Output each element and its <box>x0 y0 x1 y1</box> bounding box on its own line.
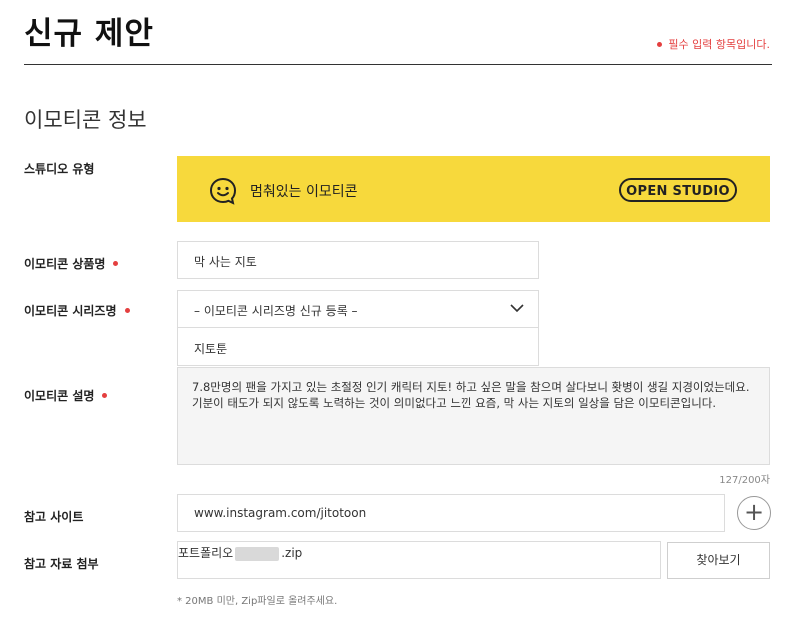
smile-icon <box>209 177 237 205</box>
attachment-help-text: * 20MB 미만, Zip파일로 올려주세요. <box>177 596 338 607</box>
attachment-label: 참고 자료 첨부 <box>24 555 99 572</box>
plus-icon: + <box>743 498 765 526</box>
series-name-new-input[interactable]: 지토툰 <box>177 327 539 366</box>
studio-type-label-text: 스튜디오 유형 <box>24 162 95 176</box>
required-note-text: 필수 입력 항목입니다. <box>668 38 770 51</box>
attachment-file-suffix: .zip <box>281 546 303 560</box>
chevron-down-icon <box>510 304 524 313</box>
description-label: 이모티콘 설명 <box>24 387 108 404</box>
required-dot-icon <box>113 261 119 266</box>
description-value: 7.8만명의 팬을 가지고 있는 초절정 인기 캐릭터 지토! 하고 싶은 말을… <box>192 380 750 410</box>
studio-type-label: 스튜디오 유형 <box>24 160 94 177</box>
attachment-file-name: 포트폴리오 .zip <box>178 544 302 561</box>
open-studio-badge: OPEN STUDIO <box>619 178 737 202</box>
add-site-button[interactable]: + <box>737 496 771 530</box>
title-divider <box>24 64 772 65</box>
reference-site-label-text: 참고 사이트 <box>24 510 84 524</box>
series-name-select[interactable]: – 이모티콘 시리즈명 신규 등록 – <box>177 290 539 328</box>
attachment-label-text: 참고 자료 첨부 <box>24 557 99 571</box>
series-name-label-text: 이모티콘 시리즈명 <box>24 304 117 318</box>
section-title: 이모티콘 정보 <box>24 108 147 132</box>
description-label-text: 이모티콘 설명 <box>24 389 95 403</box>
required-dot-icon <box>657 41 663 47</box>
description-textarea[interactable]: 7.8만명의 팬을 가지고 있는 초절정 인기 캐릭터 지토! 하고 싶은 말을… <box>177 367 770 465</box>
series-name-label: 이모티콘 시리즈명 <box>24 302 130 319</box>
required-dot-icon <box>102 393 108 398</box>
browse-button[interactable]: 찾아보기 <box>667 542 770 579</box>
attachment-file-field[interactable]: 포트폴리오 .zip <box>177 541 661 579</box>
required-dot-icon <box>124 308 130 313</box>
attachment-file-prefix: 포트폴리오 <box>178 546 234 560</box>
reference-site-input[interactable]: www.instagram.com/jitotoon <box>177 494 725 532</box>
product-name-label-text: 이모티콘 상품명 <box>24 257 106 271</box>
reference-site-label: 참고 사이트 <box>24 508 83 525</box>
series-name-selected: – 이모티콘 시리즈명 신규 등록 – <box>194 304 358 318</box>
product-name-value: 막 사는 지토 <box>194 255 257 269</box>
description-char-counter: 127/200자 <box>719 475 770 486</box>
redacted-text <box>235 546 280 561</box>
studio-banner-text: 멈춰있는 이모티콘 <box>250 184 358 200</box>
product-name-input[interactable]: 막 사는 지토 <box>177 241 539 279</box>
reference-site-value: www.instagram.com/jitotoon <box>194 506 367 520</box>
required-note: 필수 입력 항목입니다. <box>657 36 770 52</box>
product-name-label: 이모티콘 상품명 <box>24 255 119 272</box>
page-title: 신규 제안 <box>24 16 154 52</box>
series-name-new-value: 지토툰 <box>194 342 228 356</box>
